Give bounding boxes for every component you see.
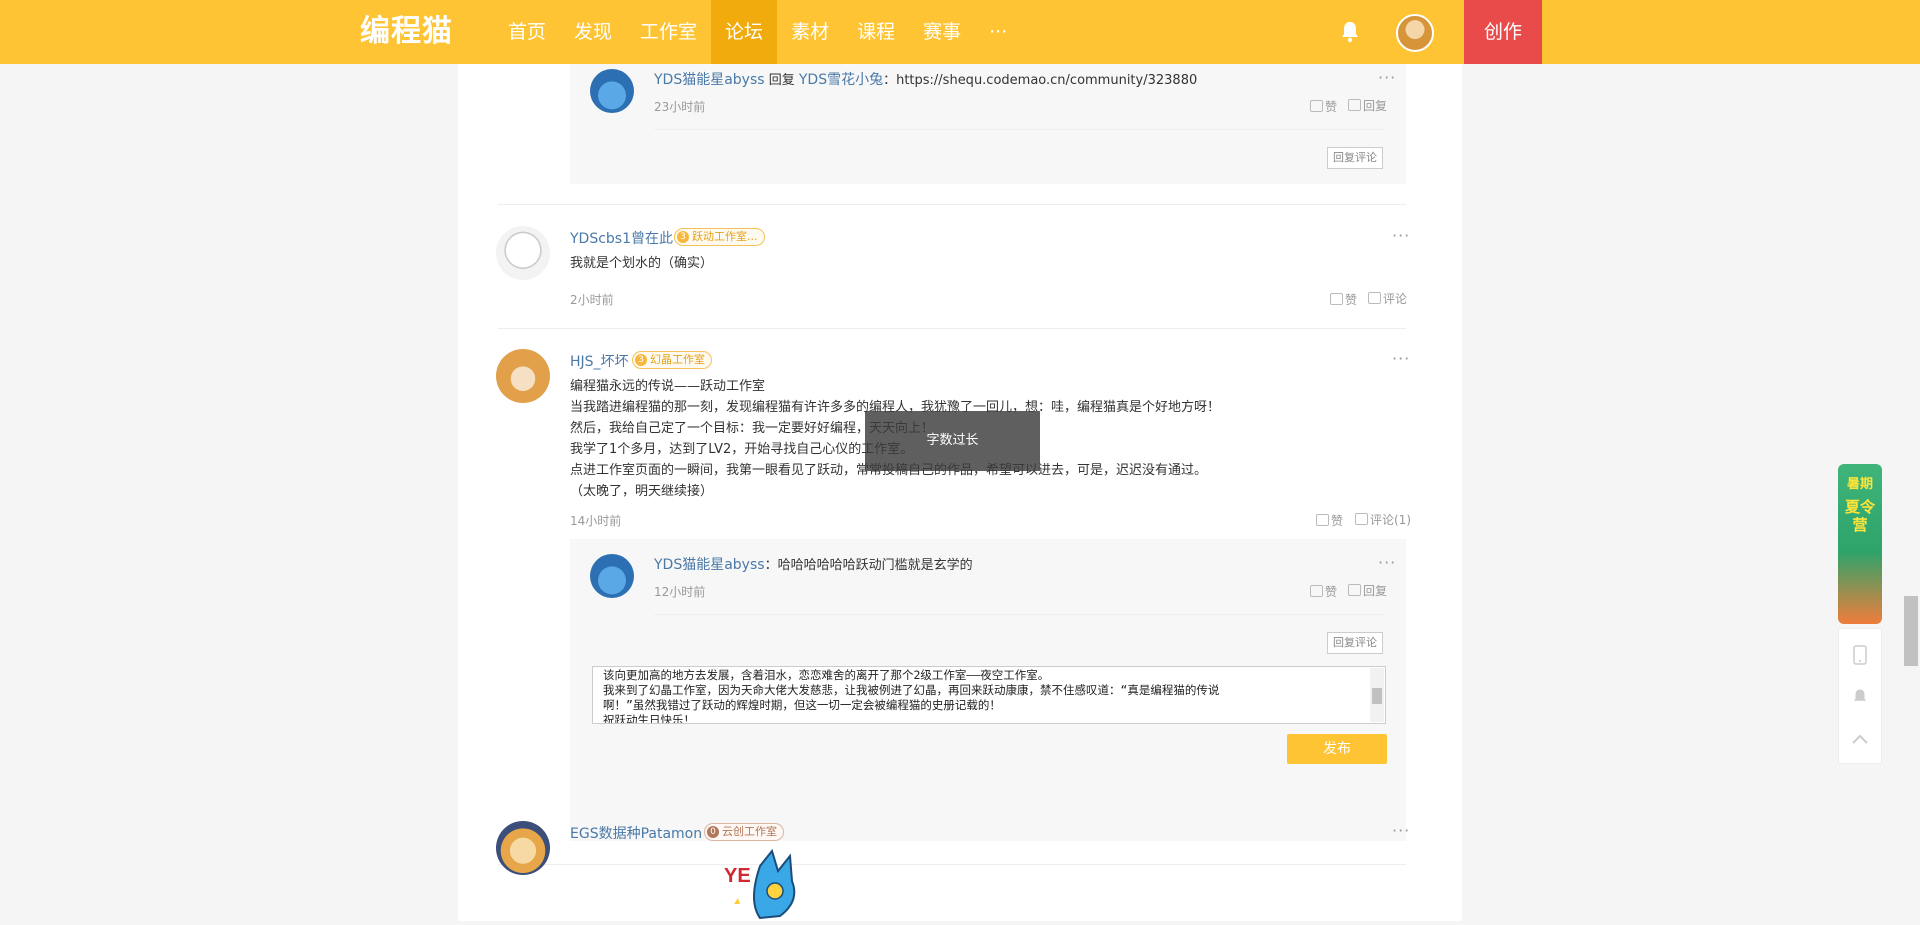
comment-username[interactable]: EGS数据种Patamon <box>570 823 702 843</box>
toast-message: 字数过长 <box>865 411 1040 471</box>
comment-time: 14小时前 <box>570 514 622 528</box>
divider <box>498 204 1406 205</box>
site-logo[interactable]: 编程猫 <box>360 12 453 52</box>
comment-text-line: 我学了1个多月，达到了LV2，开始寻找自己心仪的工作室。 <box>570 442 914 457</box>
avatar <box>496 349 550 403</box>
nav-forum[interactable]: 论坛 <box>711 0 778 64</box>
like-button[interactable]: 赞 <box>1310 98 1337 115</box>
more-icon[interactable]: ··· <box>1392 226 1410 245</box>
user-avatar[interactable] <box>1396 14 1434 52</box>
notification-icon[interactable] <box>1839 675 1881 719</box>
more-icon[interactable]: ··· <box>1378 553 1396 572</box>
avatar <box>590 69 634 113</box>
avatar <box>590 554 634 598</box>
reply-line: YDS猫能星abyss：哈哈哈哈哈哈跃动门槛就是玄学的 <box>654 555 973 576</box>
create-button[interactable]: 创作 <box>1464 0 1542 64</box>
thumbs-up-icon <box>1330 293 1343 305</box>
studio-badge[interactable]: 3 跃动工作室... <box>674 228 765 246</box>
nav-courses[interactable]: 课程 <box>843 0 909 64</box>
more-icon[interactable]: ··· <box>1378 68 1396 87</box>
reply-textarea[interactable]: 该向更加高的地方去发展，含着泪水，恋恋难舍的离开了那个2级工作室——夜空工作室。… <box>592 666 1386 724</box>
studio-badge[interactable]: 3 幻晶工作室 <box>632 351 712 369</box>
reply-username[interactable]: YDS猫能星abyss <box>654 72 765 88</box>
divider <box>498 864 1406 865</box>
reply-word: 回复 <box>768 73 795 88</box>
comment-text-line: （太晚了，明天继续接） <box>570 484 714 499</box>
nav-studio[interactable]: 工作室 <box>626 0 711 64</box>
reply-comment-button[interactable]: 回复评论 <box>1327 632 1383 654</box>
sticker-image: YE <box>720 846 840 921</box>
reply-button[interactable]: 回复 <box>1348 97 1387 114</box>
avatar <box>496 226 550 280</box>
comment-username[interactable]: HJS_坏坏 <box>570 351 629 371</box>
reply-line: YDS猫能星abyss 回复 YDS雪花小兔：https://shequ.cod… <box>654 70 1197 91</box>
more-icon[interactable]: ··· <box>1392 349 1410 368</box>
reply-time: 12小时前 <box>654 585 706 599</box>
nav-home[interactable]: 首页 <box>494 0 560 64</box>
textarea-scrollbar[interactable] <box>1370 668 1384 722</box>
comment-text-line: 编程猫永远的传说——跃动工作室 <box>570 379 766 394</box>
thumbs-up-icon <box>1310 100 1323 112</box>
top-navigation-bar: 编程猫 首页 发现 工作室 论坛 素材 课程 赛事 ··· 创作 <box>0 0 1920 64</box>
reply-comment-button[interactable]: 回复评论 <box>1327 147 1383 169</box>
summer-camp-banner[interactable]: 暑期 夏令营 <box>1838 464 1882 624</box>
reply-text: ：哈哈哈哈哈哈跃动门槛就是玄学的 <box>764 558 973 573</box>
comment-icon <box>1348 99 1361 111</box>
nav-discover[interactable]: 发现 <box>560 0 626 64</box>
divider <box>654 614 1384 615</box>
side-toolbar <box>1838 628 1882 764</box>
more-icon[interactable]: ··· <box>1392 821 1410 840</box>
page-scrollbar[interactable] <box>1904 596 1918 666</box>
studio-badge[interactable]: 0 云创工作室 <box>704 823 784 841</box>
nav-contests[interactable]: 赛事 <box>909 0 975 64</box>
nav-more[interactable]: ··· <box>975 0 1021 64</box>
thumbs-up-icon <box>1316 514 1329 526</box>
comment-username[interactable]: YDScbs1曾在此 <box>570 228 673 248</box>
thumbs-up-icon <box>1310 585 1323 597</box>
publish-button[interactable]: 发布 <box>1287 734 1387 764</box>
avatar <box>496 821 550 875</box>
comment-icon <box>1355 513 1368 525</box>
main-nav: 首页 发现 工作室 论坛 素材 课程 赛事 ··· <box>494 0 1021 64</box>
like-button[interactable]: 赞 <box>1330 291 1357 308</box>
mobile-icon[interactable] <box>1839 633 1881 677</box>
bell-icon[interactable] <box>1338 20 1362 44</box>
comment-button[interactable]: 评论(1) <box>1355 511 1411 528</box>
reply-username[interactable]: YDS猫能星abyss <box>654 557 765 573</box>
reply-button[interactable]: 回复 <box>1348 582 1387 599</box>
like-button[interactable]: 赞 <box>1316 512 1343 529</box>
comment-button[interactable]: 评论 <box>1368 290 1407 307</box>
reply-text: ：https://shequ.codemao.cn/community/3238… <box>883 73 1198 88</box>
comment-panel: YDS猫能星abyss 回复 YDS雪花小兔：https://shequ.cod… <box>458 64 1462 921</box>
nav-materials[interactable]: 素材 <box>777 0 843 64</box>
comment-icon <box>1348 584 1361 596</box>
divider <box>654 129 1384 130</box>
comment-time: 2小时前 <box>570 293 614 307</box>
reply-target-username[interactable]: YDS雪花小兔 <box>799 72 883 88</box>
divider <box>498 328 1406 329</box>
svg-text:YE: YE <box>724 865 751 887</box>
comment-icon <box>1368 292 1381 304</box>
reply-time: 23小时前 <box>654 100 706 114</box>
like-button[interactable]: 赞 <box>1310 583 1337 600</box>
back-to-top-icon[interactable] <box>1839 717 1881 761</box>
comment-text: 我就是个划水的（确实） <box>570 256 714 271</box>
